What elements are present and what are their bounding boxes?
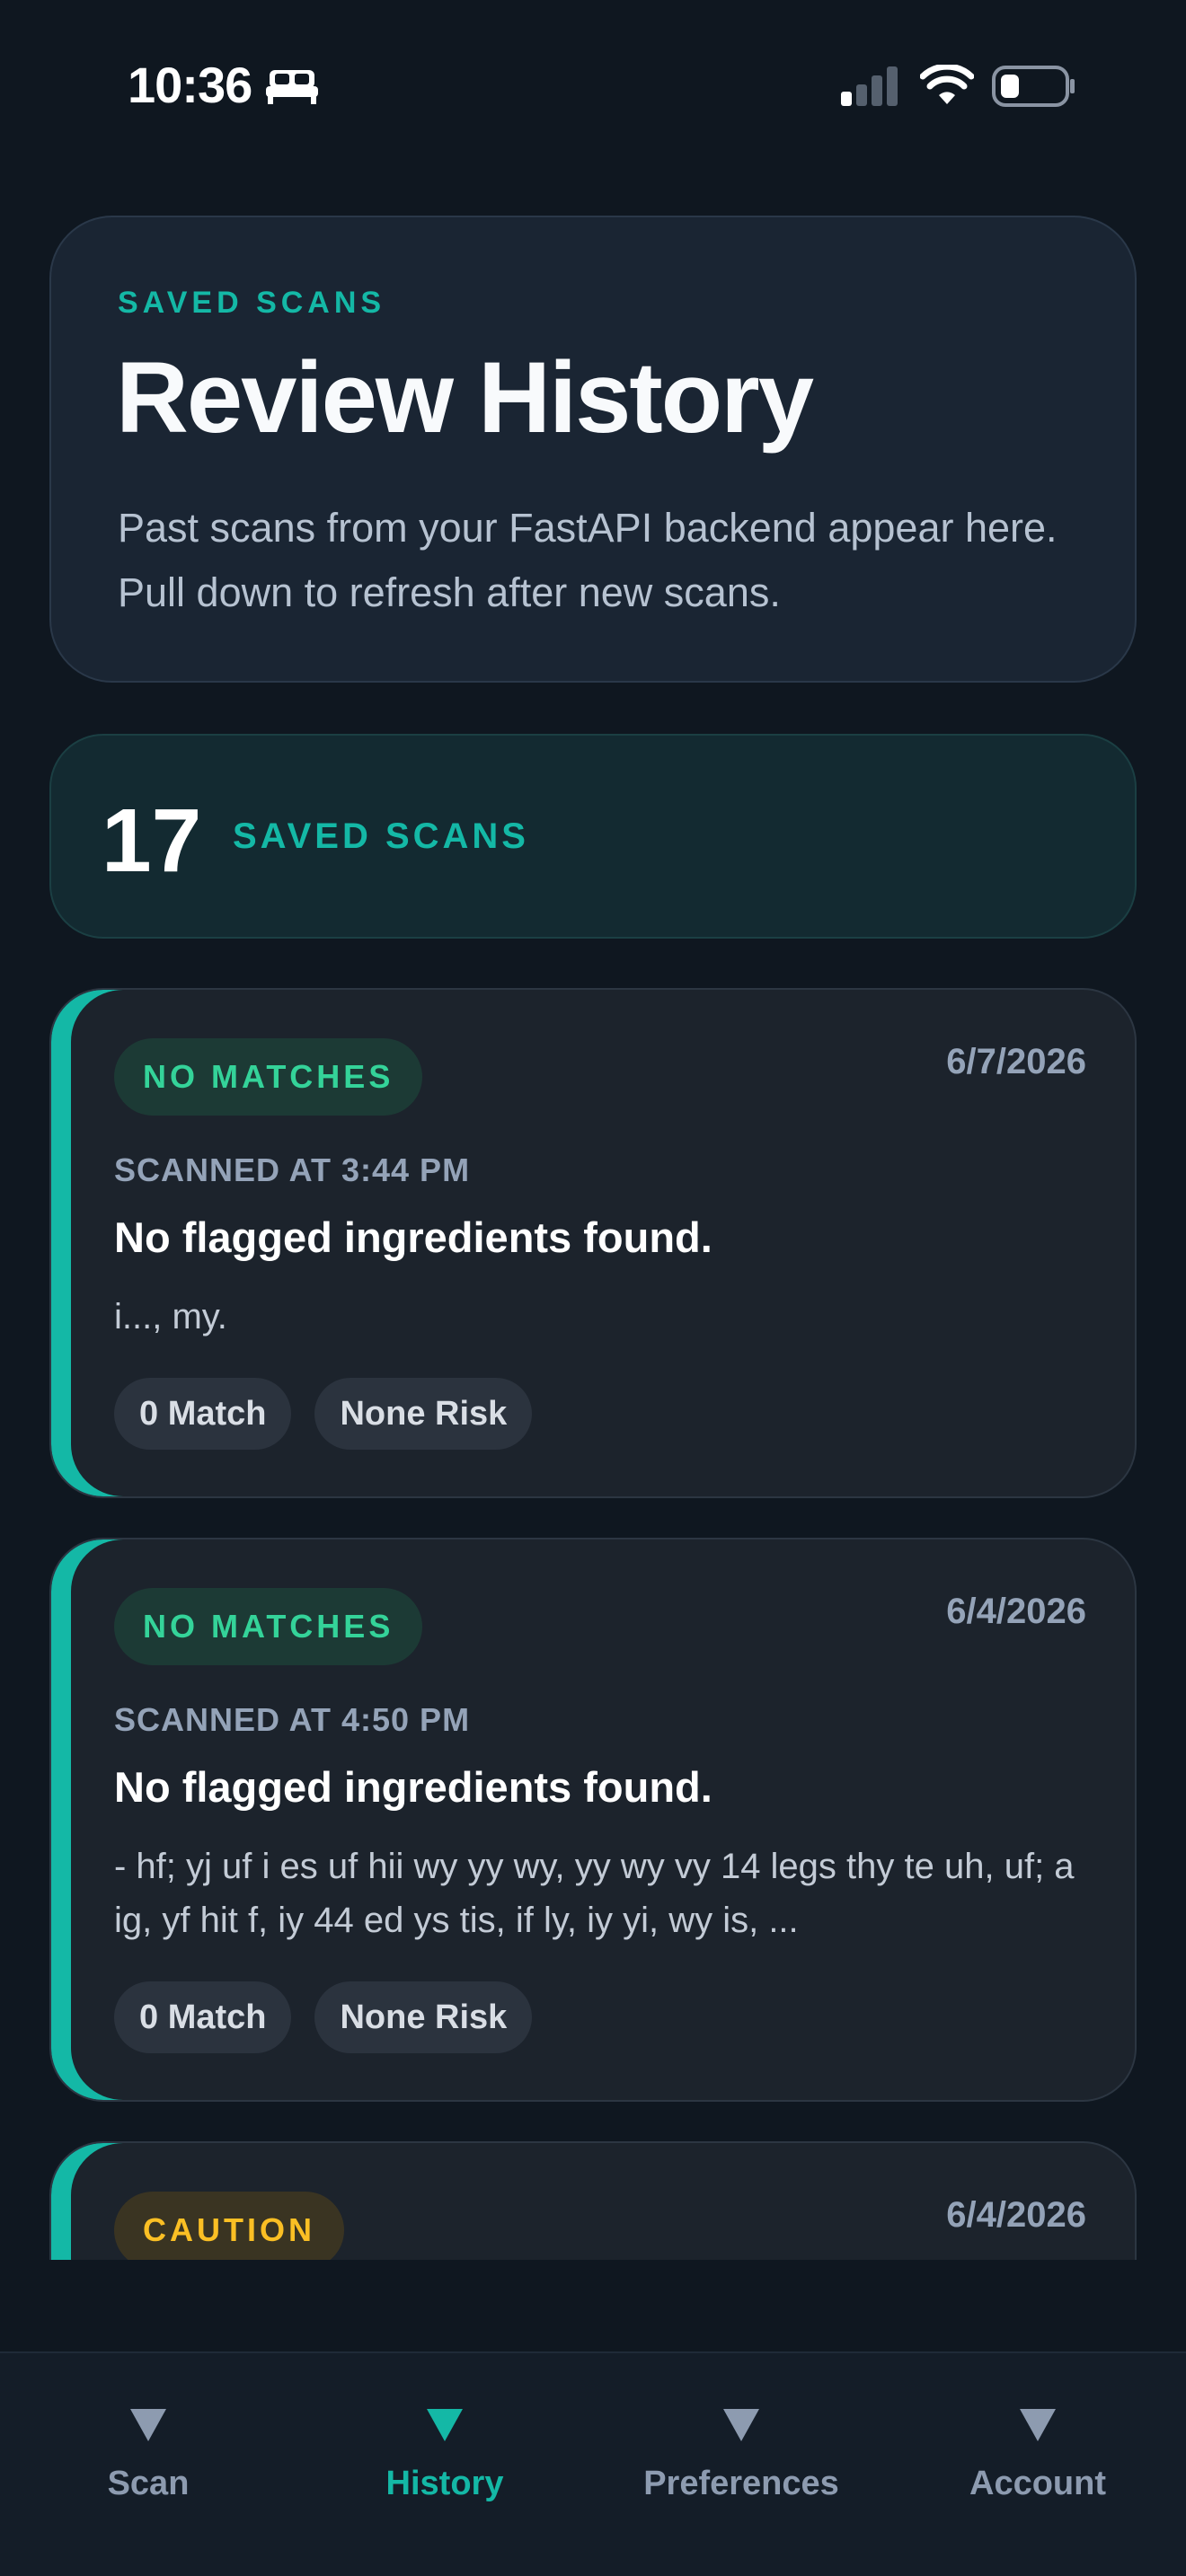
tab-history[interactable]: History (296, 2353, 593, 2576)
tab-scan[interactable]: Scan (0, 2353, 296, 2576)
tab-label: Scan (107, 2465, 190, 2502)
scan-date: 6/4/2026 (946, 2195, 1086, 2235)
scan-date: 6/7/2026 (946, 1042, 1086, 1081)
scan-chips: 0 Match None Risk (114, 1378, 533, 1450)
bed-icon (266, 70, 318, 104)
scan-card[interactable]: NO MATCHES 6/4/2026 SCANNED AT 4:50 PM N… (49, 1538, 1137, 2102)
match-count-chip: 0 Match (114, 1981, 292, 2053)
tab-label: Preferences (643, 2465, 839, 2502)
bottom-tab-bar: Scan History Preferences Account (0, 2351, 1186, 2576)
tab-account[interactable]: Account (890, 2353, 1186, 2576)
triangle-down-icon (1020, 2409, 1056, 2441)
page-title: Review History (116, 341, 814, 454)
status-time: 10:36 (128, 57, 252, 113)
scan-headline: No flagged ingredients found. (114, 1213, 712, 1261)
triangle-down-icon (427, 2409, 463, 2441)
header-card: SAVED SCANS Review History Past scans fr… (49, 216, 1137, 683)
scan-timestamp: SCANNED AT 4:50 PM (114, 1701, 471, 1738)
triangle-down-icon (130, 2409, 166, 2441)
page-description: Past scans from your FastAPI backend app… (118, 505, 1058, 615)
saved-scans-label: SAVED SCANS (233, 816, 529, 856)
tab-label: History (385, 2465, 504, 2502)
risk-level-chip: None Risk (314, 1378, 533, 1450)
risk-level-chip: None Risk (314, 1981, 533, 2053)
screen: 10:36 SAVED SCANS Review History Past sc… (0, 0, 1186, 2576)
header-eyebrow: SAVED SCANS (118, 286, 386, 320)
scan-headline: No flagged ingredients found. (114, 1763, 712, 1811)
signal-icon (841, 66, 898, 106)
history-scroll-view[interactable]: SAVED SCANS Review History Past scans fr… (0, 171, 1186, 2260)
scan-snippet: - hf; yj uf i es uf hii wy yy wy, yy wy … (114, 1847, 1075, 1940)
wifi-icon (920, 65, 974, 104)
scan-date: 6/4/2026 (946, 1592, 1086, 1631)
status-badge: NO MATCHES (114, 1038, 423, 1116)
saved-scans-summary: 17 SAVED SCANS (49, 734, 1137, 939)
status-bar: 10:36 (0, 0, 1186, 171)
scan-card[interactable]: CAUTION 6/4/2026 (49, 2141, 1137, 2260)
scan-card[interactable]: NO MATCHES 6/7/2026 SCANNED AT 3:44 PM N… (49, 988, 1137, 1498)
saved-scans-count: 17 (102, 790, 202, 891)
scan-timestamp: SCANNED AT 3:44 PM (114, 1151, 471, 1188)
status-badge: CAUTION (114, 2192, 344, 2260)
scan-snippet: i..., my. (114, 1297, 227, 1337)
match-count-chip: 0 Match (114, 1378, 292, 1450)
battery-icon (992, 66, 1075, 107)
status-badge: NO MATCHES (114, 1588, 423, 1665)
tab-preferences[interactable]: Preferences (593, 2353, 890, 2576)
tab-label: Account (969, 2465, 1106, 2502)
triangle-down-icon (723, 2409, 759, 2441)
scan-chips: 0 Match None Risk (114, 1981, 533, 2053)
